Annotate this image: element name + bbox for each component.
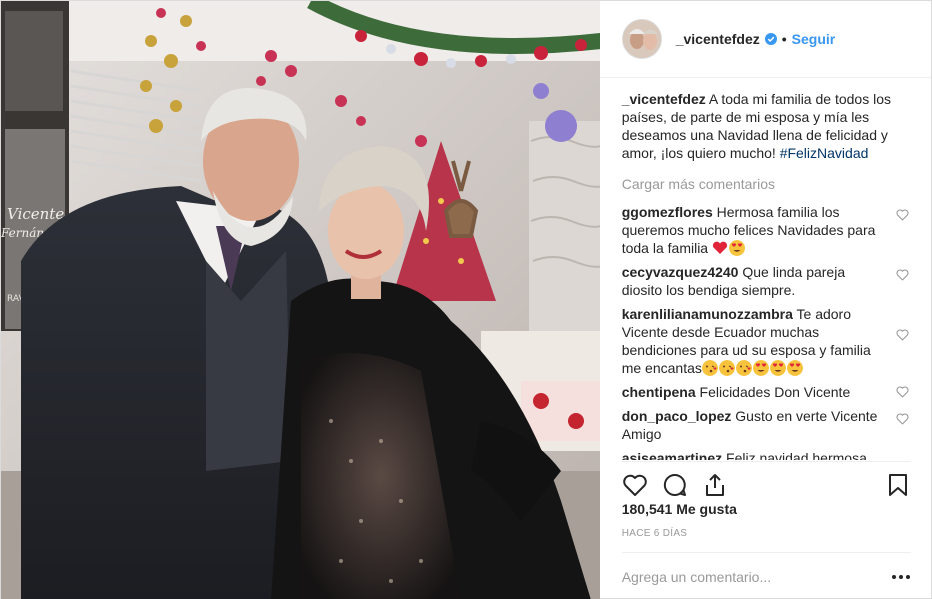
post-caption: _vicentefdez A toda mi familia de todos … — [622, 90, 909, 162]
heart-eyes-emoji — [752, 360, 769, 376]
comment-username[interactable]: don_paco_lopez — [622, 408, 732, 424]
caption-hashtag[interactable]: #FelizNavidad — [780, 145, 869, 161]
heart-eyes-emoji — [729, 240, 745, 256]
comment-text: Felicidades Don Vicente — [695, 384, 851, 400]
comment-username[interactable]: asiseamartinez — [622, 450, 722, 460]
avatar[interactable] — [621, 19, 662, 59]
instagram-post: Vicente Fernández RAVE _vicentefdez • Se… — [0, 0, 932, 599]
heart-eyes-emoji — [769, 360, 786, 376]
post-username[interactable]: _vicentefdez — [676, 31, 760, 47]
comment-icon[interactable] — [662, 472, 688, 498]
comments-section[interactable]: _vicentefdez A toda mi familia de todos … — [600, 78, 931, 460]
add-comment-input[interactable] — [621, 568, 891, 585]
comment-username[interactable]: ggomezflores — [622, 204, 713, 220]
post-photo[interactable]: Vicente Fernández RAVE — [1, 1, 600, 599]
comment-item: ggomezflores Hermosa familia los queremo… — [622, 203, 909, 257]
comment-text: Feliz navidad hermosa — [722, 450, 867, 460]
like-comment-heart-icon[interactable] — [896, 209, 909, 221]
comment-item: karenlilianamunozzambra Te adoro Vicente… — [622, 305, 909, 377]
poster-text-1: Vicente — [7, 205, 64, 223]
likes-count[interactable]: 180,541 Me gusta — [622, 501, 737, 517]
follow-button[interactable]: Seguir — [792, 31, 836, 47]
heart-eyes-emoji — [786, 360, 803, 376]
comment-item: don_paco_lopez Gusto en verte Vicente Am… — [622, 407, 909, 443]
red-heart-emoji — [712, 241, 728, 254]
like-comment-heart-icon[interactable] — [896, 329, 909, 341]
add-comment-bar — [621, 552, 911, 599]
post-header: _vicentefdez • Seguir — [599, 1, 931, 78]
separator-dot: • — [781, 31, 787, 47]
more-options-icon[interactable] — [891, 574, 911, 580]
like-comment-heart-icon[interactable] — [896, 413, 909, 425]
comment-item: asiseamartinez Feliz navidad hermosa — [622, 449, 909, 460]
comment-username[interactable]: karenlilianamunozzambra — [622, 306, 793, 322]
like-comment-heart-icon[interactable] — [896, 269, 909, 281]
load-more-comments-button[interactable]: Cargar más comentarios — [622, 176, 909, 192]
caption-username[interactable]: _vicentefdez — [622, 91, 706, 107]
like-heart-icon[interactable] — [622, 472, 648, 498]
comment-item: chentipena Felicidades Don Vicente — [622, 383, 909, 401]
comment-username[interactable]: cecyvazquez4240 — [622, 264, 739, 280]
comment-item: cecyvazquez4240 Que linda pareja diosito… — [622, 263, 909, 299]
kiss-emoji — [735, 360, 752, 376]
kiss-emoji — [718, 360, 735, 376]
comment-username[interactable]: chentipena — [622, 384, 696, 400]
avatar-image — [622, 20, 661, 58]
bookmark-icon[interactable] — [885, 472, 911, 498]
share-icon[interactable] — [702, 472, 728, 498]
kiss-emoji — [701, 360, 718, 376]
post-timestamp[interactable]: Hace 6 días — [622, 528, 688, 539]
photo-illustration: Vicente Fernández RAVE — [1, 1, 600, 599]
post-actions-bar — [621, 461, 911, 501]
verified-badge-icon — [764, 33, 777, 45]
like-comment-heart-icon[interactable] — [896, 386, 909, 398]
post-side-panel: _vicentefdez • Seguir _vicentefdez A tod… — [599, 1, 931, 599]
